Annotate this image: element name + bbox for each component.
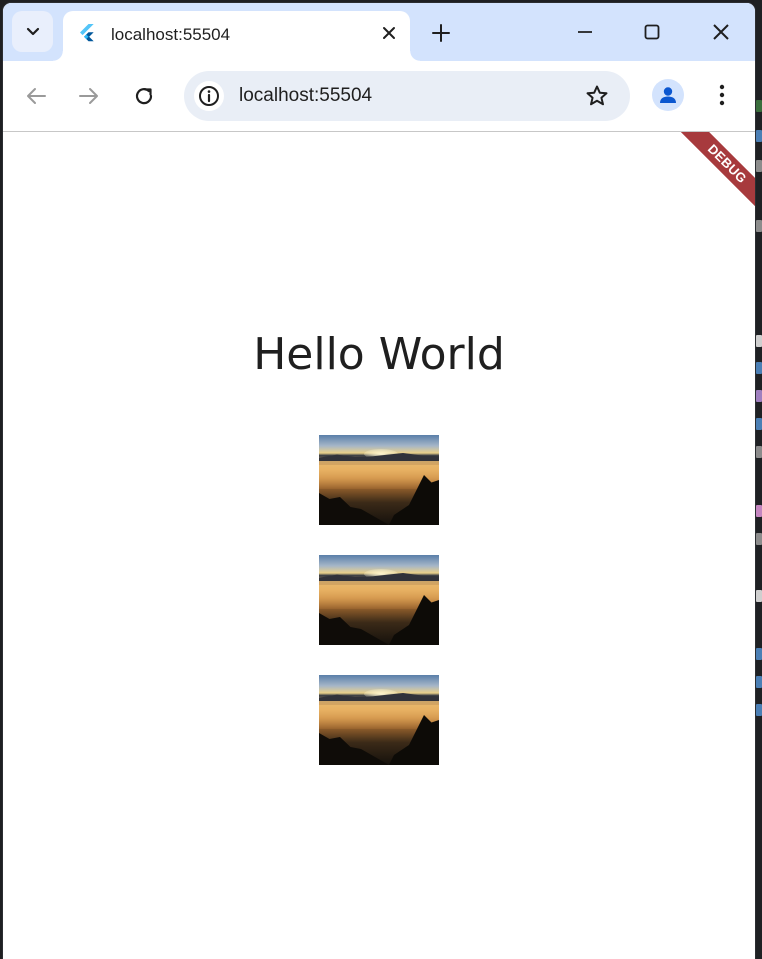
more-vertical-icon <box>719 84 725 106</box>
arrow-right-icon <box>79 88 98 104</box>
url-text: localhost:55504 <box>239 85 373 106</box>
maximize-icon <box>644 24 660 40</box>
star-icon <box>586 85 608 106</box>
reload-icon <box>135 88 153 105</box>
arrow-left-icon <box>27 88 46 104</box>
tree-silhouette <box>319 733 389 765</box>
forward-button[interactable] <box>71 78 107 114</box>
landscape-image-2 <box>319 555 439 645</box>
minimize-icon <box>578 31 592 33</box>
tab-title: localhost:55504 <box>111 25 231 44</box>
new-tab-button[interactable] <box>427 19 455 47</box>
chevron-down-icon <box>26 27 39 35</box>
tab-close-button[interactable] <box>378 22 400 44</box>
back-button[interactable] <box>18 78 54 114</box>
window-close-button[interactable] <box>701 15 741 49</box>
landscape-image-3 <box>319 675 439 765</box>
flutter-icon <box>80 24 94 42</box>
person-icon <box>660 87 676 103</box>
background-editor-window <box>754 0 762 959</box>
browser-toolbar: localhost:55504 <box>3 61 755 132</box>
landscape-image-1 <box>319 435 439 525</box>
plus-icon <box>432 24 450 42</box>
tree-silhouette <box>319 613 389 645</box>
close-icon <box>713 24 729 40</box>
profile-button[interactable] <box>652 79 684 111</box>
tab-search-button[interactable] <box>12 11 53 52</box>
title-bar: localhost:55504 <box>3 3 755 61</box>
debug-banner: DEBUG <box>674 132 755 217</box>
maximize-button[interactable] <box>632 15 672 49</box>
bookmark-button[interactable] <box>584 83 610 109</box>
close-icon <box>383 27 395 39</box>
page-content: DEBUG Hello World <box>3 132 755 959</box>
minimize-button[interactable] <box>565 15 605 49</box>
active-tab[interactable]: localhost:55504 <box>53 11 420 61</box>
page-title: Hello World <box>253 329 505 380</box>
browser-window: localhost:55504 localhost:55504 DEBUG He… <box>3 3 755 959</box>
reload-button[interactable] <box>126 78 162 114</box>
info-icon <box>199 86 219 106</box>
tree-silhouette <box>319 493 389 525</box>
browser-menu-button[interactable] <box>708 79 736 111</box>
address-bar[interactable]: localhost:55504 <box>184 71 630 121</box>
site-info-button[interactable] <box>194 81 224 111</box>
